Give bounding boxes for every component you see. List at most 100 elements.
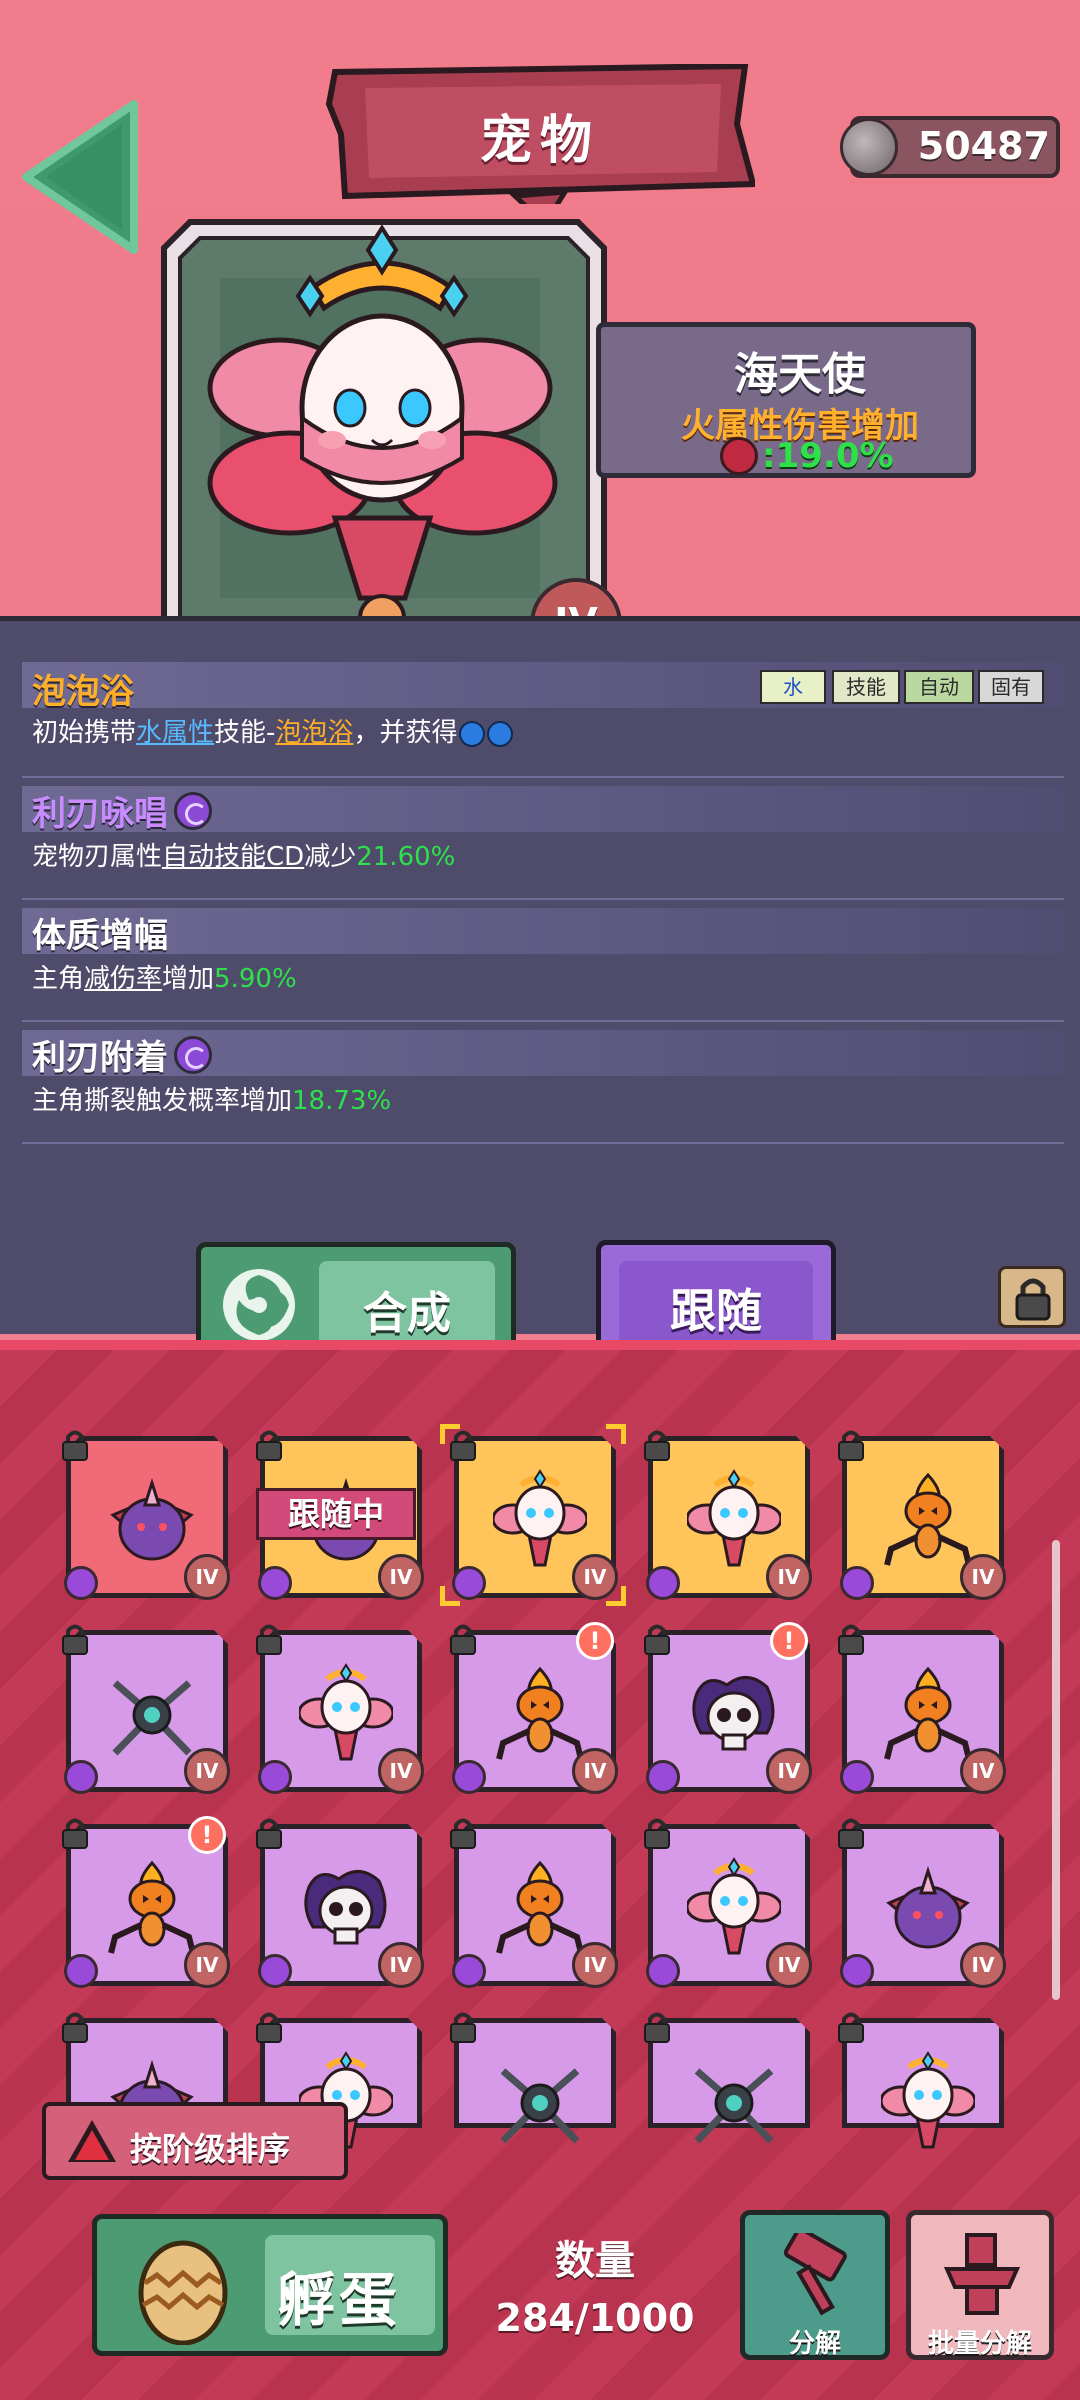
rank-badge: IV: [378, 1748, 424, 1794]
element-icon: [64, 1954, 98, 1988]
element-icon: [646, 1566, 680, 1600]
padlock-icon[interactable]: [642, 2010, 672, 2044]
padlock-icon[interactable]: [254, 1622, 284, 1656]
desc-keyword[interactable]: 水属性: [136, 718, 214, 748]
element-icon: [840, 1760, 874, 1794]
element-icon: [258, 1954, 292, 1988]
inventory-scrollbar[interactable]: [1052, 1540, 1060, 2000]
padlock-icon[interactable]: [254, 1816, 284, 1850]
hatch-egg-button[interactable]: 孵蛋: [92, 2214, 448, 2356]
skill-title-3: 体质增幅: [32, 916, 168, 956]
desc-text: 技能-: [214, 718, 276, 748]
padlock-icon[interactable]: [60, 1816, 90, 1850]
pumpkin-spider-sprite: [105, 1857, 199, 1961]
compose-label: 合成: [363, 1288, 451, 1339]
alert-icon: !: [770, 1622, 808, 1660]
element-icon: [646, 1760, 680, 1794]
desc-keyword[interactable]: 泡泡浴: [275, 718, 353, 748]
desc-text: 减少: [304, 842, 357, 872]
sort-by-rank-button[interactable]: 按阶级排序: [42, 2102, 348, 2180]
gear-coin-icon: [840, 118, 898, 176]
angel-sprite: [297, 1663, 395, 1767]
page-title: 宠物: [479, 111, 600, 171]
pumpkin-spider-sprite: [493, 1857, 587, 1961]
padlock-icon[interactable]: [448, 1622, 478, 1656]
padlock-icon[interactable]: [836, 1428, 866, 1462]
pet-card-drone[interactable]: [454, 2018, 616, 2144]
padlock-icon[interactable]: [60, 1428, 90, 1462]
selection-corner: [606, 1586, 626, 1606]
rank-badge: IV: [184, 1554, 230, 1600]
back-arrow-icon[interactable]: [14, 92, 144, 262]
pet-card-drone[interactable]: [648, 2018, 810, 2144]
padlock-icon[interactable]: [642, 1622, 672, 1656]
padlock-icon[interactable]: [448, 1816, 478, 1850]
padlock-icon[interactable]: [642, 1816, 672, 1850]
divider: [22, 1020, 1064, 1022]
desc-text: ，并获得: [353, 718, 458, 748]
vortex-icon: [223, 1269, 295, 1341]
padlock-icon[interactable]: [642, 1428, 672, 1462]
tag-water: 水: [760, 670, 826, 704]
element-icon: [64, 1760, 98, 1794]
pet-bonus-value: :19.0%: [762, 436, 894, 476]
batch-decompose-button[interactable]: 批量分解: [906, 2210, 1054, 2360]
rank-badge: IV: [960, 1748, 1006, 1794]
padlock-icon[interactable]: [254, 1428, 284, 1462]
lock-button[interactable]: [998, 1266, 1066, 1328]
divider: [22, 1142, 1064, 1144]
element-icon: [840, 1954, 874, 1988]
padlock-icon[interactable]: [60, 1622, 90, 1656]
skill-title-4: 利刃附着: [32, 1030, 212, 1079]
sort-label: 按阶级排序: [130, 2130, 291, 2168]
padlock-icon[interactable]: [448, 2010, 478, 2044]
skull-ghost-sprite: [687, 1663, 781, 1767]
desc-text: 宠物刃属性: [32, 842, 163, 872]
desc-keyword[interactable]: 减伤率: [84, 964, 162, 994]
desc-keyword[interactable]: 自动技能CD: [162, 842, 304, 872]
horned-blob-sprite: [105, 1469, 199, 1573]
padlock-icon[interactable]: [836, 1816, 866, 1850]
egg-icon: [138, 2240, 228, 2345]
padlock-icon[interactable]: [254, 2010, 284, 2044]
rank-badge: IV: [572, 1748, 618, 1794]
desc-text: 初始携带: [32, 718, 137, 748]
coin-amount: 50487: [917, 124, 1050, 168]
alert-icon: !: [576, 1622, 614, 1660]
horned-blob-sprite: [881, 1857, 975, 1961]
following-badge: 跟随中: [256, 1488, 416, 1540]
tag-innate: 固有: [978, 670, 1044, 704]
pet-card-angel[interactable]: [842, 2018, 1004, 2149]
angel-sprite: [685, 1857, 783, 1961]
element-icon: [452, 1954, 486, 1988]
element-icon: [258, 1566, 292, 1600]
element-icon: [840, 1566, 874, 1600]
desc-value: 5.90%: [214, 964, 297, 994]
anvil-icon: [943, 2233, 1021, 2315]
padlock-icon[interactable]: [836, 1622, 866, 1656]
water-drop-icon: [487, 720, 514, 747]
rank-badge: IV: [184, 1942, 230, 1988]
rank-badge: IV: [378, 1554, 424, 1600]
rank-badge: IV: [766, 1748, 812, 1794]
desc-value: 21.60%: [356, 842, 456, 872]
angel-sprite: [685, 1469, 783, 1573]
padlock-icon[interactable]: [60, 2010, 90, 2044]
skill-title-1: 泡泡浴: [32, 672, 134, 712]
skill-title-2: 利刃咏唱: [32, 786, 212, 835]
skill-desc-1: 初始携带水属性技能-泡泡浴，并获得: [32, 712, 514, 749]
element-icon: [452, 1760, 486, 1794]
pumpkin-spider-sprite: [881, 1663, 975, 1767]
pet-portrait: [161, 219, 607, 657]
padlock-icon[interactable]: [836, 2010, 866, 2044]
rank-badge: IV: [766, 1942, 812, 1988]
tag-auto: 自动: [904, 670, 974, 704]
skill-desc-2: 宠物刃属性自动技能CD减少21.60%: [32, 836, 455, 873]
hammer-icon: [783, 2233, 847, 2316]
swirl-icon: [174, 1035, 212, 1074]
pumpkin-spider-sprite: [493, 1663, 587, 1767]
selection-corner: [606, 1424, 626, 1444]
decompose-button[interactable]: 分解: [740, 2210, 890, 2360]
hatch-label: 孵蛋: [277, 2266, 402, 2334]
skill-desc-4: 主角撕裂触发概率增加18.73%: [32, 1080, 391, 1117]
